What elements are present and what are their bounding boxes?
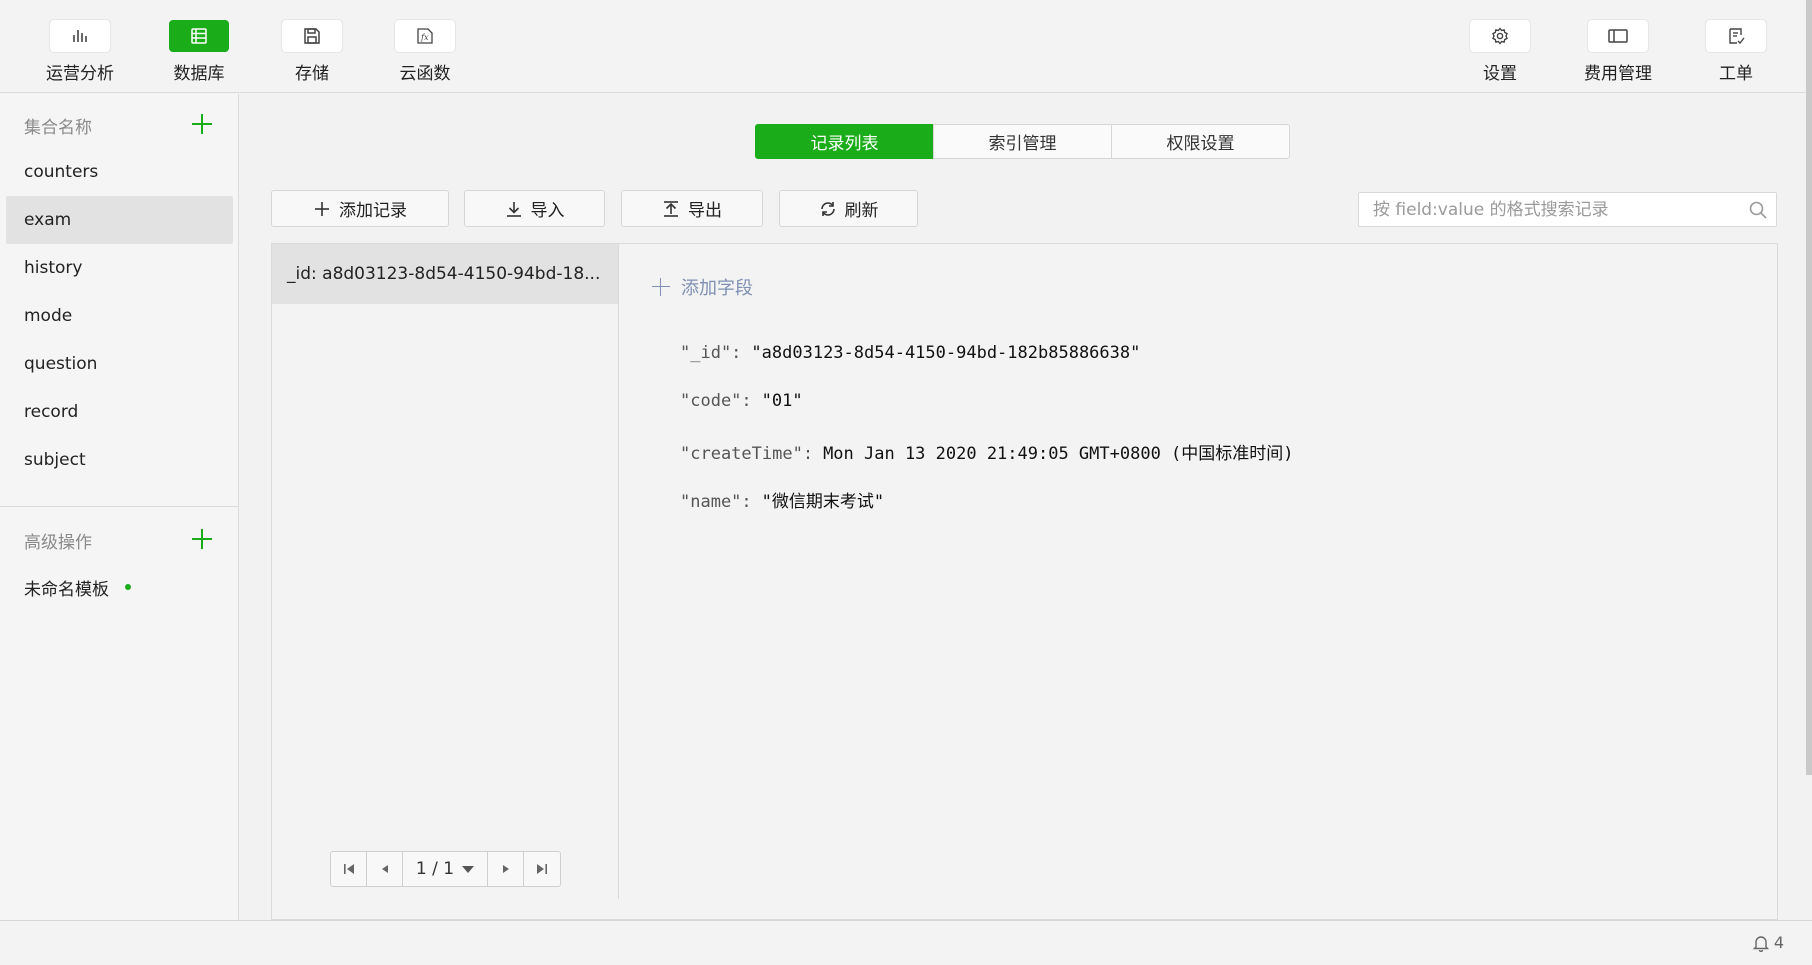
page-selector[interactable]: 1 / 1 (403, 852, 488, 886)
bar-chart-icon[interactable] (50, 20, 110, 52)
record-list: _id: a8d03123-8d54-4150-94bd-18... 1 / 1 (272, 244, 619, 899)
tab-indexes[interactable]: 索引管理 (933, 124, 1112, 159)
import-button[interactable]: 导入 (464, 190, 605, 227)
chevron-down-icon (462, 865, 475, 873)
sidebar-item-template[interactable]: 未命名模板 (6, 563, 233, 611)
add-collection-icon[interactable] (190, 112, 214, 136)
last-page-button[interactable] (524, 852, 560, 886)
notification-count: 4 (1773, 933, 1784, 952)
toolbar-item-cloud-function[interactable]: fx 云函数 (375, 20, 475, 84)
toolbar-item-ticket[interactable]: 工单 (1686, 20, 1786, 84)
toolbar-item-settings[interactable]: 设置 (1450, 20, 1550, 84)
search-box (1358, 192, 1777, 227)
sidebar-item-history[interactable]: history (6, 244, 233, 292)
first-page-button[interactable] (331, 852, 367, 886)
toolbar-label: 工单 (1719, 64, 1753, 84)
sidebar-item-exam[interactable]: exam (6, 196, 233, 244)
add-field-label: 添加字段 (681, 278, 753, 299)
record-field-createtime[interactable]: "createTime": Mon Jan 13 2020 21:49:05 GM… (680, 439, 1294, 464)
upload-icon (664, 200, 678, 217)
sidebar-item-record[interactable]: record (6, 388, 233, 436)
refresh-label: 刷新 (844, 201, 879, 221)
database-icon[interactable] (169, 20, 229, 52)
save-icon[interactable] (282, 20, 342, 52)
chevron-left-icon (381, 865, 388, 873)
template-label: 未命名模板 (24, 579, 109, 600)
field-key: "code": (680, 391, 752, 411)
chevron-right-icon (502, 865, 509, 873)
tab-records[interactable]: 记录列表 (755, 124, 934, 159)
search-icon[interactable] (1748, 200, 1768, 220)
first-page-icon (343, 864, 354, 874)
page-indicator: 1 / 1 (415, 859, 455, 879)
record-field-id[interactable]: "_id": "a8d03123-8d54-4150-94bd-182b85886… (680, 343, 1140, 363)
toolbar-label: 云函数 (399, 64, 451, 84)
field-value: Mon Jan 13 2020 21:49:05 GMT+0800 (中国标准时… (823, 444, 1294, 464)
collections-header: 集合名称 (24, 118, 92, 138)
add-template-icon[interactable] (190, 527, 214, 551)
download-icon (506, 201, 521, 217)
record-panel: _id: a8d03123-8d54-4150-94bd-18... 1 / 1… (271, 243, 1778, 920)
field-value: "微信期末考试" (761, 492, 885, 512)
status-bar: 4 (0, 920, 1812, 965)
gear-icon[interactable] (1470, 20, 1530, 52)
toolbar-item-storage[interactable]: 存储 (262, 20, 362, 84)
toolbar-label: 费用管理 (1584, 64, 1652, 84)
ticket-icon[interactable] (1706, 20, 1766, 52)
sidebar-divider (0, 506, 239, 507)
toolbar-label: 运营分析 (46, 64, 114, 84)
top-toolbar: 运营分析 数据库 存储 fx 云函数 设置 费用管理 工单 (0, 0, 1812, 93)
bell-icon (1752, 935, 1770, 952)
sidebar-item-mode[interactable]: mode (6, 292, 233, 340)
refresh-icon (820, 201, 835, 216)
sidebar-item-question[interactable]: question (6, 340, 233, 388)
plus-icon (315, 201, 329, 216)
advanced-header: 高级操作 (24, 533, 92, 553)
function-icon[interactable]: fx (395, 20, 455, 52)
tab-bar: 记录列表 索引管理 权限设置 (755, 124, 1290, 159)
plus-icon (651, 277, 671, 297)
search-input[interactable] (1359, 193, 1729, 226)
field-value: "01" (761, 391, 803, 411)
collection-sidebar: 集合名称 counters exam history mode question… (0, 94, 239, 920)
field-value: "a8d03123-8d54-4150-94bd-182b85886638" (751, 343, 1141, 363)
export-button[interactable]: 导出 (621, 190, 763, 227)
wallet-icon[interactable] (1588, 20, 1648, 52)
import-label: 导入 (530, 201, 565, 221)
toolbar-label: 数据库 (173, 64, 225, 84)
toolbar-label: 存储 (295, 64, 329, 84)
add-field-button[interactable]: 添加字段 (651, 274, 753, 300)
toolbar-item-analytics[interactable]: 运营分析 (30, 20, 130, 84)
next-page-button[interactable] (488, 852, 524, 886)
prev-page-button[interactable] (367, 852, 403, 886)
refresh-button[interactable]: 刷新 (779, 190, 918, 227)
add-record-button[interactable]: 添加记录 (271, 190, 449, 227)
record-field-code[interactable]: "code": "01" (680, 391, 803, 411)
export-label: 导出 (688, 201, 722, 221)
field-key: "createTime": (680, 444, 814, 464)
field-key: "_id": (680, 343, 742, 363)
last-page-icon (537, 864, 547, 874)
add-record-label: 添加记录 (339, 201, 407, 221)
record-field-name[interactable]: "name": "微信期末考试" (680, 487, 884, 512)
sidebar-item-subject[interactable]: subject (6, 436, 233, 484)
notifications-button[interactable]: 4 (1752, 933, 1784, 952)
window-scrollbar[interactable] (1806, 0, 1812, 775)
list-item[interactable]: _id: a8d03123-8d54-4150-94bd-18... (272, 244, 618, 304)
field-key: "name": (680, 492, 752, 512)
pagination: 1 / 1 (330, 851, 561, 887)
toolbar-item-billing[interactable]: 费用管理 (1568, 20, 1668, 84)
sidebar-item-counters[interactable]: counters (6, 148, 233, 196)
status-dot (125, 584, 131, 590)
toolbar-item-database[interactable]: 数据库 (149, 20, 249, 84)
svg-text:fx: fx (420, 33, 429, 42)
toolbar-label: 设置 (1483, 64, 1517, 84)
tab-permissions[interactable]: 权限设置 (1111, 124, 1290, 159)
